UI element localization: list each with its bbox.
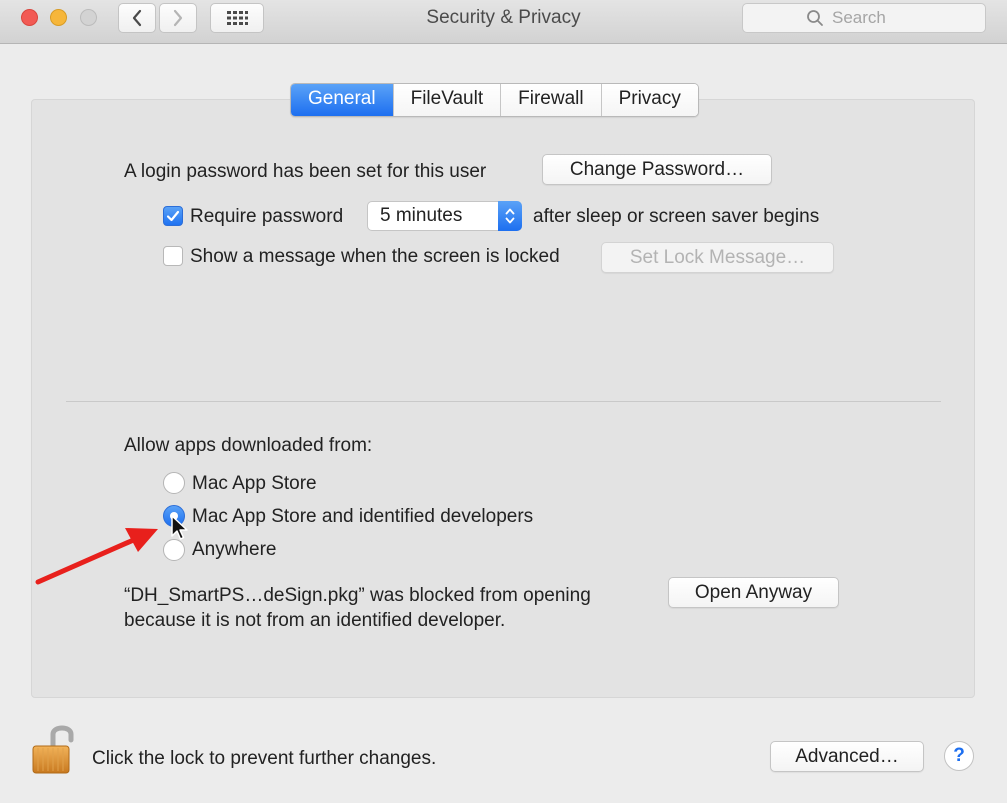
general-panel bbox=[31, 99, 975, 698]
radio-mac-app-store[interactable] bbox=[163, 472, 185, 494]
set-lock-message-button[interactable]: Set Lock Message… bbox=[601, 242, 834, 273]
lock-status-text: Click the lock to prevent further change… bbox=[92, 748, 437, 769]
show-message-checkbox[interactable] bbox=[163, 246, 183, 266]
minimize-window-button[interactable] bbox=[50, 9, 67, 26]
updown-arrows-icon bbox=[498, 201, 522, 231]
tab-filevault[interactable]: FileVault bbox=[392, 84, 501, 116]
grid-icon bbox=[227, 11, 248, 25]
checkmark-icon bbox=[166, 210, 180, 222]
tab-privacy[interactable]: Privacy bbox=[600, 84, 698, 116]
tab-general[interactable]: General bbox=[291, 84, 393, 116]
require-password-label: Require password bbox=[190, 206, 344, 227]
login-password-text: A login password has been set for this u… bbox=[124, 161, 487, 182]
tab-bar: General FileVault Firewall Privacy bbox=[290, 83, 699, 117]
after-sleep-text: after sleep or screen saver begins bbox=[533, 206, 820, 227]
radio-mac-app-store-label: Mac App Store bbox=[192, 473, 317, 494]
password-delay-value: 5 minutes bbox=[380, 205, 463, 226]
advanced-button[interactable]: Advanced… bbox=[770, 741, 924, 772]
password-delay-select[interactable]: 5 minutes bbox=[367, 201, 522, 231]
open-anyway-button[interactable]: Open Anyway bbox=[668, 577, 839, 608]
zoom-window-button bbox=[80, 9, 97, 26]
search-input[interactable] bbox=[832, 8, 922, 28]
section-divider bbox=[66, 401, 941, 402]
require-password-checkbox[interactable] bbox=[163, 206, 183, 226]
close-window-button[interactable] bbox=[21, 9, 38, 26]
search-icon bbox=[807, 10, 823, 26]
show-all-button[interactable] bbox=[210, 3, 264, 33]
blocked-message-line2: because it is not from an identified dev… bbox=[124, 610, 506, 631]
help-button[interactable]: ? bbox=[944, 741, 974, 771]
blocked-message-line1: “DH_SmartPS…deSign.pkg” was blocked from… bbox=[124, 585, 591, 606]
change-password-button[interactable]: Change Password… bbox=[542, 154, 772, 185]
mouse-cursor-icon bbox=[171, 515, 188, 540]
annotation-arrow-icon bbox=[35, 528, 158, 585]
radio-anywhere-label: Anywhere bbox=[192, 539, 277, 560]
back-button[interactable] bbox=[118, 3, 156, 33]
show-message-label: Show a message when the screen is locked bbox=[190, 246, 560, 267]
search-field[interactable] bbox=[742, 3, 986, 33]
allow-apps-heading: Allow apps downloaded from: bbox=[124, 435, 373, 456]
title-bar: Security & Privacy bbox=[0, 0, 1007, 44]
forward-button[interactable] bbox=[159, 3, 197, 33]
lock-icon[interactable] bbox=[31, 723, 81, 775]
chevron-right-icon bbox=[173, 9, 183, 27]
tab-firewall[interactable]: Firewall bbox=[500, 84, 601, 116]
radio-identified-developers-label: Mac App Store and identified developers bbox=[192, 506, 534, 527]
chevron-left-icon bbox=[132, 9, 142, 27]
